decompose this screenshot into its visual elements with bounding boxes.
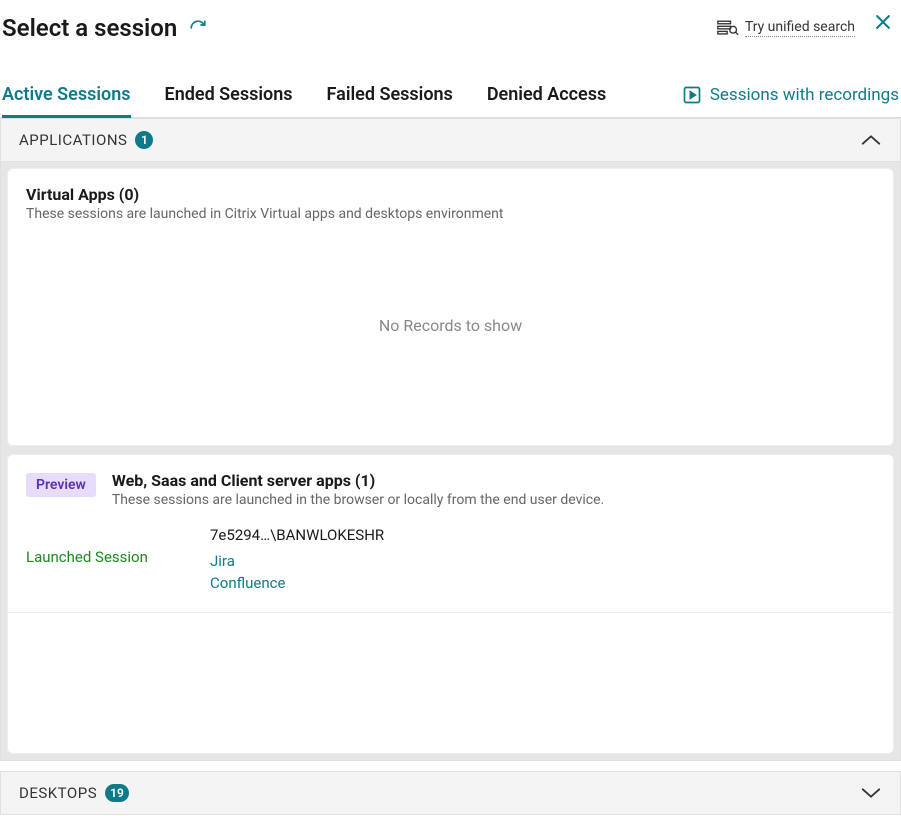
search-list-icon	[717, 19, 739, 37]
virtual-apps-title: Virtual Apps (0)	[26, 185, 875, 204]
session-id: 7e5294…\BANWLOKESHR	[210, 526, 875, 544]
chevron-up-icon	[860, 133, 882, 147]
applications-panel: Virtual Apps (0) These sessions are laun…	[0, 162, 901, 761]
applications-count-badge: 1	[135, 131, 153, 149]
try-unified-search-link[interactable]: Try unified search	[717, 19, 855, 37]
sessions-recordings-label: Sessions with recordings	[710, 85, 899, 105]
virtual-apps-subtitle: These sessions are launched in Citrix Vi…	[26, 206, 875, 222]
desktops-accordion-header[interactable]: DESKTOPS 19	[0, 771, 901, 815]
refresh-icon[interactable]	[189, 19, 207, 37]
chevron-down-icon	[860, 786, 882, 800]
preview-badge: Preview	[26, 473, 96, 497]
sessions-with-recordings-link[interactable]: Sessions with recordings	[682, 85, 899, 117]
launched-session-label: Launched Session	[26, 526, 166, 566]
unified-search-label: Try unified search	[745, 19, 855, 37]
play-recordings-icon	[682, 85, 702, 105]
app-link-confluence[interactable]: Confluence	[210, 574, 875, 592]
virtual-apps-card: Virtual Apps (0) These sessions are laun…	[7, 168, 894, 446]
page-title: Select a session	[2, 14, 177, 42]
tab-ended-sessions[interactable]: Ended Sessions	[165, 84, 293, 117]
applications-label: APPLICATIONS	[19, 131, 127, 149]
tab-denied-access[interactable]: Denied Access	[487, 84, 606, 117]
tab-failed-sessions[interactable]: Failed Sessions	[327, 84, 453, 117]
close-icon[interactable]	[873, 12, 893, 32]
web-saas-subtitle: These sessions are launched in the brows…	[112, 492, 604, 508]
web-saas-title: Web, Saas and Client server apps (1)	[112, 471, 604, 490]
desktops-count-badge: 19	[105, 784, 129, 802]
app-link-jira[interactable]: Jira	[210, 552, 875, 570]
tab-active-sessions[interactable]: Active Sessions	[2, 84, 131, 117]
applications-accordion-header[interactable]: APPLICATIONS 1	[0, 118, 901, 162]
web-saas-card: Preview Web, Saas and Client server apps…	[7, 454, 894, 754]
virtual-apps-empty: No Records to show	[8, 228, 893, 445]
desktops-label: DESKTOPS	[19, 784, 97, 802]
launched-session-block: Launched Session 7e5294…\BANWLOKESHR Jir…	[8, 518, 893, 613]
